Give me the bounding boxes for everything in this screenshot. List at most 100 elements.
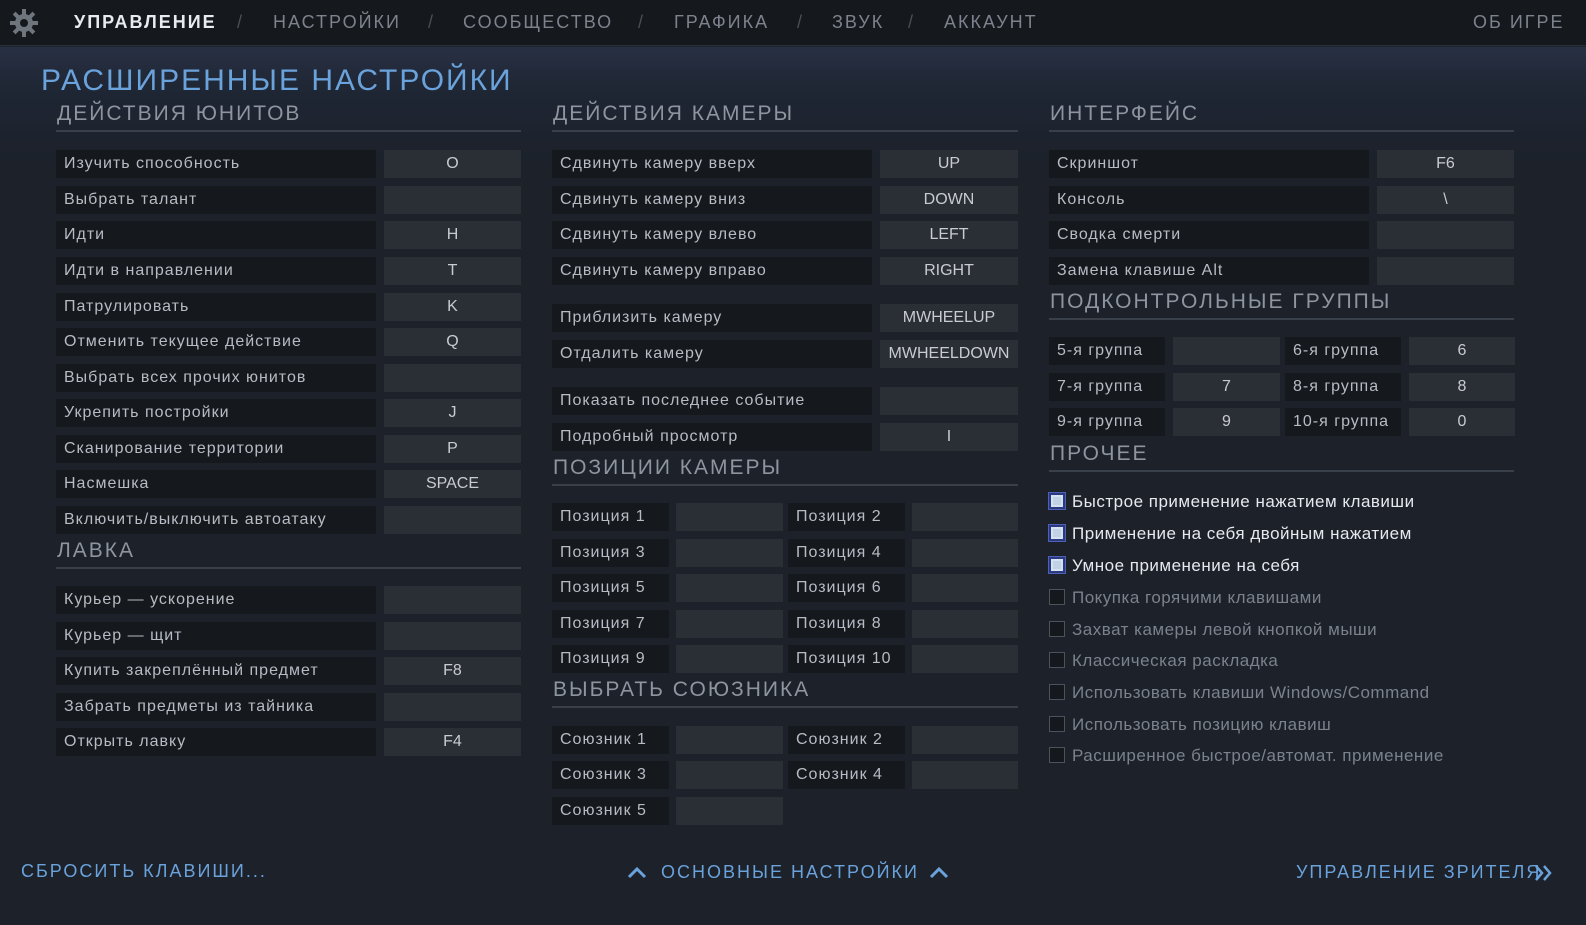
hotkey-label: Патрулировать (56, 293, 376, 321)
checkbox[interactable] (1049, 621, 1065, 637)
hotkey-binding-field[interactable] (384, 364, 521, 392)
hotkey-binding-field[interactable]: MWHEELDOWN (880, 340, 1018, 368)
checkbox-label: Умное применение на себя (1072, 556, 1300, 575)
page-title: РАСШИРЕННЫЕ НАСТРОЙКИ (41, 64, 513, 97)
hotkey-binding-field[interactable] (912, 761, 1018, 789)
checkbox[interactable] (1049, 716, 1065, 732)
gear-icon[interactable] (8, 7, 40, 39)
hotkey-label: Сдвинуть камеру вправо (552, 257, 872, 285)
hotkey-label: Позиция 10 (788, 645, 905, 673)
checkbox[interactable] (1049, 525, 1065, 541)
checkbox[interactable] (1049, 557, 1065, 573)
hotkey-binding-field[interactable]: P (384, 435, 521, 463)
hotkey-binding-field[interactable] (1377, 221, 1514, 249)
hotkey-binding-field[interactable]: MWHEELUP (880, 304, 1018, 332)
basic-settings-link[interactable]: ОСНОВНЫЕ НАСТРОЙКИ (661, 862, 919, 883)
hotkey-binding-field[interactable] (384, 693, 521, 721)
reset-keys-link[interactable]: СБРОСИТЬ КЛАВИШИ... (21, 861, 267, 882)
hotkey-binding-field[interactable]: 8 (1409, 373, 1515, 401)
nav-tab[interactable]: ЗВУК (832, 12, 884, 33)
hotkey-binding-field[interactable]: I (880, 423, 1018, 451)
hotkey-binding-field[interactable]: DOWN (880, 186, 1018, 214)
nav-tab-about[interactable]: ОБ ИГРЕ (1473, 12, 1565, 33)
hotkey-binding-field[interactable]: F4 (384, 728, 521, 756)
hotkey-binding-field[interactable] (912, 503, 1018, 531)
hotkey-binding-field[interactable] (1173, 337, 1280, 365)
hotkey-binding-field[interactable] (676, 539, 783, 567)
hotkey-binding-field[interactable] (880, 387, 1018, 415)
section-title-other: ПРОЧЕЕ (1050, 442, 1149, 465)
hotkey-binding-field[interactable]: 0 (1409, 408, 1515, 436)
hotkey-binding-field[interactable] (912, 645, 1018, 673)
hotkey-binding-field[interactable] (1377, 257, 1514, 285)
hotkey-label: Позиция 9 (552, 645, 669, 673)
nav-tab[interactable]: ГРАФИКА (674, 12, 769, 33)
hotkey-binding-field[interactable] (676, 797, 783, 825)
hotkey-label: Консоль (1049, 186, 1369, 214)
hotkey-binding-field[interactable]: 9 (1173, 408, 1280, 436)
hotkey-binding-field[interactable]: F6 (1377, 150, 1514, 178)
hotkey-binding-field[interactable] (676, 574, 783, 602)
hotkey-binding-field[interactable]: O (384, 150, 521, 178)
chevron-up-icon (929, 866, 949, 879)
nav-tab[interactable]: СООБЩЕСТВО (463, 12, 613, 33)
hotkey-label: Союзник 2 (788, 726, 905, 754)
hotkey-binding-field[interactable]: Q (384, 328, 521, 356)
checkbox-label: Расширенное быстрое/автомат. применение (1072, 746, 1444, 765)
nav-tab[interactable]: УПРАВЛЕНИЕ (74, 12, 217, 33)
section-divider (56, 567, 521, 569)
checkbox-label: Покупка горячими клавишами (1072, 588, 1322, 607)
hotkey-label: Союзник 4 (788, 761, 905, 789)
hotkey-binding-field[interactable] (676, 610, 783, 638)
hotkey-binding-field[interactable] (912, 539, 1018, 567)
hotkey-label: Подробный просмотр (552, 423, 872, 451)
nav-separator: / (638, 12, 644, 32)
hotkey-label: 6-я группа (1285, 337, 1401, 365)
hotkey-binding-field[interactable]: F8 (384, 657, 521, 685)
checkbox[interactable] (1049, 652, 1065, 668)
hotkey-binding-field[interactable]: \ (1377, 186, 1514, 214)
hotkey-binding-field[interactable]: 7 (1173, 373, 1280, 401)
nav-separator: / (428, 12, 434, 32)
hotkey-binding-field[interactable] (912, 574, 1018, 602)
section-divider (1049, 130, 1514, 132)
hotkey-binding-field[interactable]: J (384, 399, 521, 427)
nav-tab[interactable]: НАСТРОЙКИ (273, 12, 401, 33)
section-divider (552, 130, 1018, 132)
section-title-shop: ЛАВКА (57, 539, 136, 562)
hotkey-binding-field[interactable] (912, 610, 1018, 638)
hotkey-binding-field[interactable] (676, 645, 783, 673)
hotkey-binding-field[interactable]: RIGHT (880, 257, 1018, 285)
hotkey-binding-field[interactable]: UP (880, 150, 1018, 178)
hotkey-label: Позиция 8 (788, 610, 905, 638)
hotkey-binding-field[interactable]: 6 (1409, 337, 1515, 365)
hotkey-binding-field[interactable] (384, 586, 521, 614)
hotkey-label: Изучить способность (56, 150, 376, 178)
hotkey-binding-field[interactable] (676, 726, 783, 754)
spectator-controls-link[interactable]: УПРАВЛЕНИЕ ЗРИТЕЛЯ (1296, 862, 1541, 883)
hotkey-binding-field[interactable]: K (384, 293, 521, 321)
hotkey-binding-field[interactable] (676, 503, 783, 531)
hotkey-binding-field[interactable]: LEFT (880, 221, 1018, 249)
hotkey-binding-field[interactable]: SPACE (384, 470, 521, 498)
checkbox[interactable] (1049, 589, 1065, 605)
checkbox[interactable] (1049, 684, 1065, 700)
hotkey-label: Союзник 1 (552, 726, 669, 754)
hotkey-label: Выбрать талант (56, 186, 376, 214)
hotkey-binding-field[interactable] (676, 761, 783, 789)
hotkey-label: Идти в направлении (56, 257, 376, 285)
hotkey-label: Позиция 2 (788, 503, 905, 531)
hotkey-binding-field[interactable] (384, 622, 521, 650)
hotkey-binding-field[interactable]: T (384, 257, 521, 285)
hotkey-binding-field[interactable] (912, 726, 1018, 754)
hotkey-binding-field[interactable]: H (384, 221, 521, 249)
hotkey-label: Позиция 4 (788, 539, 905, 567)
hotkey-binding-field[interactable] (384, 506, 521, 534)
hotkey-label: Открыть лавку (56, 728, 376, 756)
nav-tab[interactable]: АККАУНТ (944, 12, 1038, 33)
checkbox[interactable] (1049, 493, 1065, 509)
checkbox-label: Классическая раскладка (1072, 651, 1279, 670)
hotkey-label: Курьер — щит (56, 622, 376, 650)
hotkey-binding-field[interactable] (384, 186, 521, 214)
checkbox[interactable] (1049, 747, 1065, 763)
